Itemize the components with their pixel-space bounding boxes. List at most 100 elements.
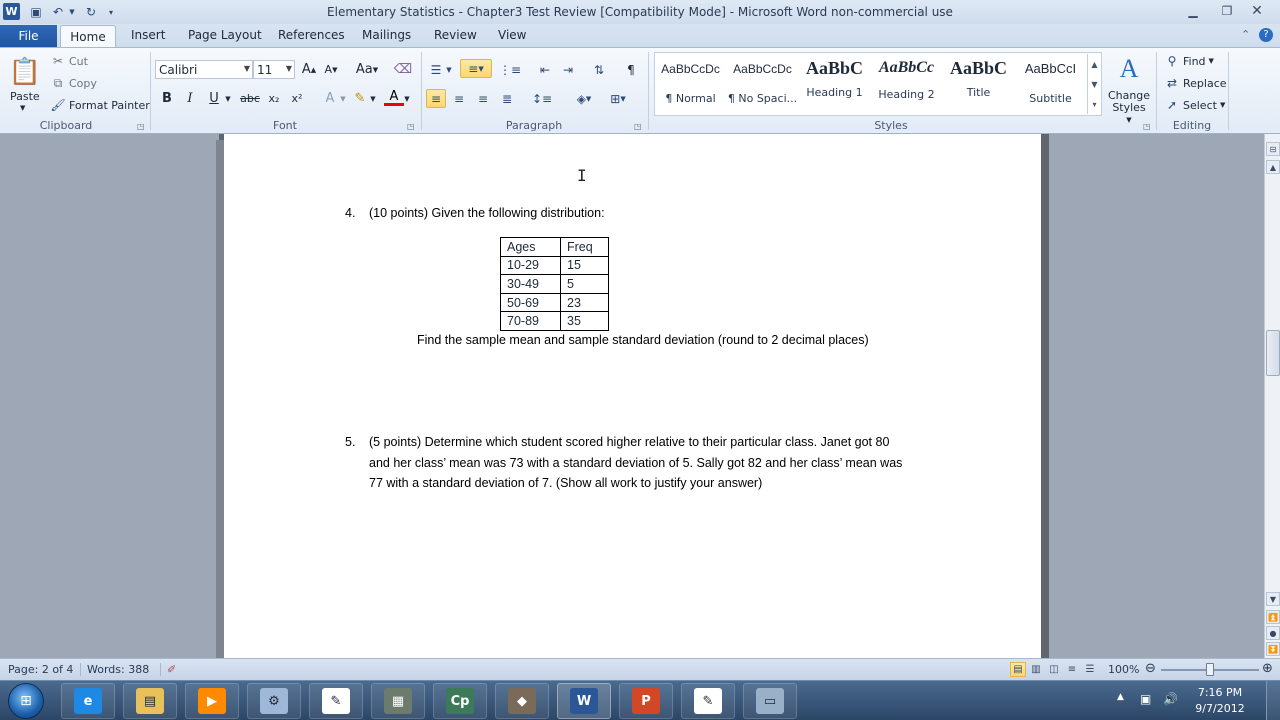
zoom-out-icon[interactable]: ⊖ (1145, 661, 1156, 676)
shrink-font-button[interactable]: A ▼ (321, 60, 341, 79)
tab-view[interactable]: View (498, 28, 526, 42)
styles-dialog-launcher-icon[interactable]: ◳ (1143, 122, 1151, 131)
outline-icon[interactable]: ≡ (1064, 662, 1080, 677)
font-size-select[interactable]: 11 ▼ (253, 60, 295, 79)
taskbar-network-tool[interactable]: ⚙ (247, 683, 301, 719)
change-case-button[interactable]: Aa ▼ (352, 60, 382, 79)
increase-indent-icon[interactable]: ⇥ (558, 60, 578, 79)
next-page-icon[interactable]: ⏬ (1266, 642, 1280, 656)
sort-icon[interactable]: ⇅ (589, 60, 609, 79)
taskbar-captivate[interactable]: Cp (433, 683, 487, 719)
clock-time[interactable]: 7:16 PM (1190, 686, 1250, 699)
help-icon[interactable]: ? (1259, 28, 1273, 42)
document-area[interactable]: 4. (10 points) Given the following distr… (0, 134, 1264, 658)
bullets-dropdown-icon[interactable]: ▼ (444, 60, 454, 79)
bullets-icon[interactable]: ☰ (426, 60, 446, 79)
tab-home[interactable]: Home (60, 25, 116, 48)
align-center-icon[interactable]: ≡ (449, 89, 469, 108)
volume-icon[interactable]: 🔊 (1163, 692, 1178, 706)
paragraph-dialog-launcher-icon[interactable]: ◳ (634, 122, 642, 131)
style-heading-2[interactable]: AaBbCc Heading 2 (871, 54, 942, 114)
line-spacing-icon[interactable]: ↕≡ (529, 89, 555, 108)
grow-font-button[interactable]: A ▲ (299, 60, 319, 79)
minimize-ribbon-icon[interactable]: ⌃ (1241, 28, 1250, 41)
underline-dropdown-icon[interactable]: ▼ (223, 89, 233, 108)
shading-icon[interactable]: ◈ ▼ (569, 89, 599, 108)
subscript-button[interactable]: x₂ (264, 89, 284, 108)
styles-gallery-scroll[interactable]: ▲ ▼ ▾ (1087, 54, 1101, 114)
show-desktop-button[interactable] (1266, 681, 1280, 720)
format-painter-button[interactable]: 🖌 Format Painter (50, 97, 149, 113)
replace-button[interactable]: ⇄ Replace (1164, 75, 1227, 91)
multilevel-list-icon[interactable]: ⋮≡ (497, 60, 523, 79)
change-styles-icon[interactable]: A (1108, 52, 1150, 86)
justify-icon[interactable]: ≣ (497, 89, 517, 108)
highlight-dropdown-icon[interactable]: ▼ (368, 89, 378, 108)
numbering-button[interactable]: ≡ ▼ (460, 59, 492, 78)
more-styles-icon[interactable]: ▾ (1092, 100, 1096, 109)
proofing-icon[interactable]: ✐ (160, 663, 176, 676)
font-color-dropdown-icon[interactable]: ▼ (402, 89, 412, 108)
restore-button[interactable]: ❐ (1212, 0, 1242, 22)
find-button[interactable]: ⚲ Find ▼ (1164, 53, 1214, 69)
copy-button[interactable]: ⧉ Copy (50, 75, 97, 91)
zoom-level[interactable]: 100% (1108, 663, 1139, 676)
text-effects-dropdown-icon[interactable]: ▼ (338, 89, 348, 108)
tab-file[interactable]: File (0, 25, 57, 47)
scroll-down-icon[interactable]: ▼ (1266, 592, 1280, 606)
minimize-button[interactable]: ▁ (1178, 0, 1208, 22)
font-color-button[interactable]: A (384, 89, 404, 106)
clipboard-dialog-launcher-icon[interactable]: ◳ (137, 122, 145, 131)
scrollbar-thumb[interactable] (1266, 330, 1280, 376)
strikethrough-button[interactable]: abc (238, 89, 262, 108)
tray-expand-icon[interactable]: ▲ (1117, 692, 1124, 702)
style-subtitle[interactable]: AaBbCcI Subtitle (1015, 54, 1086, 114)
taskbar-notepad[interactable]: ▭ (743, 683, 797, 719)
superscript-button[interactable]: x² (287, 89, 307, 108)
previous-page-icon[interactable]: ⏫ (1266, 610, 1280, 624)
taskbar-word[interactable]: W (557, 683, 611, 719)
tab-mailings[interactable]: Mailings (362, 28, 411, 42)
browse-object-icon[interactable]: ● (1266, 626, 1280, 640)
zoom-in-icon[interactable]: ⊕ (1262, 661, 1273, 676)
align-right-icon[interactable]: ≡ (473, 89, 493, 108)
word-count[interactable]: Words: 388 (80, 663, 149, 676)
italic-button[interactable]: I (180, 89, 200, 108)
underline-button[interactable]: U (204, 89, 224, 108)
tab-page-layout[interactable]: Page Layout (188, 28, 262, 42)
draft-icon[interactable]: ☰ (1082, 662, 1098, 677)
web-layout-icon[interactable]: ◫ (1046, 662, 1062, 677)
decrease-indent-icon[interactable]: ⇤ (535, 60, 555, 79)
align-left-icon[interactable]: ≡ (426, 89, 446, 108)
style-heading-1[interactable]: AaBbC Heading 1 (799, 54, 870, 114)
tab-insert[interactable]: Insert (131, 28, 165, 42)
font-dialog-launcher-icon[interactable]: ◳ (407, 122, 415, 131)
close-button[interactable]: ✕ (1242, 0, 1272, 22)
style-title[interactable]: AaBbC Title (943, 54, 1014, 114)
style-no-spacing[interactable]: AaBbCcDc ¶ No Spaci... (727, 54, 798, 114)
paste-dropdown-icon[interactable]: ▼ (20, 104, 25, 112)
taskbar-game-app[interactable]: ◆ (495, 683, 549, 719)
clear-formatting-icon[interactable]: ⌫ (393, 60, 413, 79)
font-family-select[interactable]: Calibri ▼ (155, 60, 253, 79)
zoom-slider-knob[interactable] (1206, 663, 1214, 676)
network-icon[interactable]: ▣ (1140, 692, 1151, 706)
taskbar-powerpoint[interactable]: P (619, 683, 673, 719)
select-button[interactable]: ➚ Select ▼ (1164, 97, 1225, 113)
scroll-up-icon[interactable]: ▲ (1266, 160, 1280, 174)
show-formatting-marks-button[interactable]: ¶ (621, 60, 641, 79)
print-layout-icon[interactable]: ▤ (1010, 662, 1026, 677)
tab-references[interactable]: References (278, 28, 345, 42)
taskbar-pen-tool[interactable]: ✎ (681, 683, 735, 719)
highlight-icon[interactable]: ✎ (350, 89, 370, 108)
clock-date[interactable]: 9/7/2012 (1190, 702, 1250, 715)
paste-button[interactable]: Paste (10, 90, 40, 103)
vertical-scrollbar[interactable]: ⊟ ▲ ▼ ⏫ ● ⏬ (1264, 134, 1280, 658)
taskbar-file-explorer[interactable]: ▤ (123, 683, 177, 719)
taskbar-calculator[interactable]: ▦ (371, 683, 425, 719)
scroll-down-icon[interactable]: ▼ (1091, 80, 1097, 89)
ruler-toggle-icon[interactable]: ⊟ (1266, 142, 1280, 156)
cut-button[interactable]: ✂ Cut (50, 53, 88, 69)
bold-button[interactable]: B (157, 89, 177, 108)
text-effects-button[interactable]: A (320, 89, 340, 108)
